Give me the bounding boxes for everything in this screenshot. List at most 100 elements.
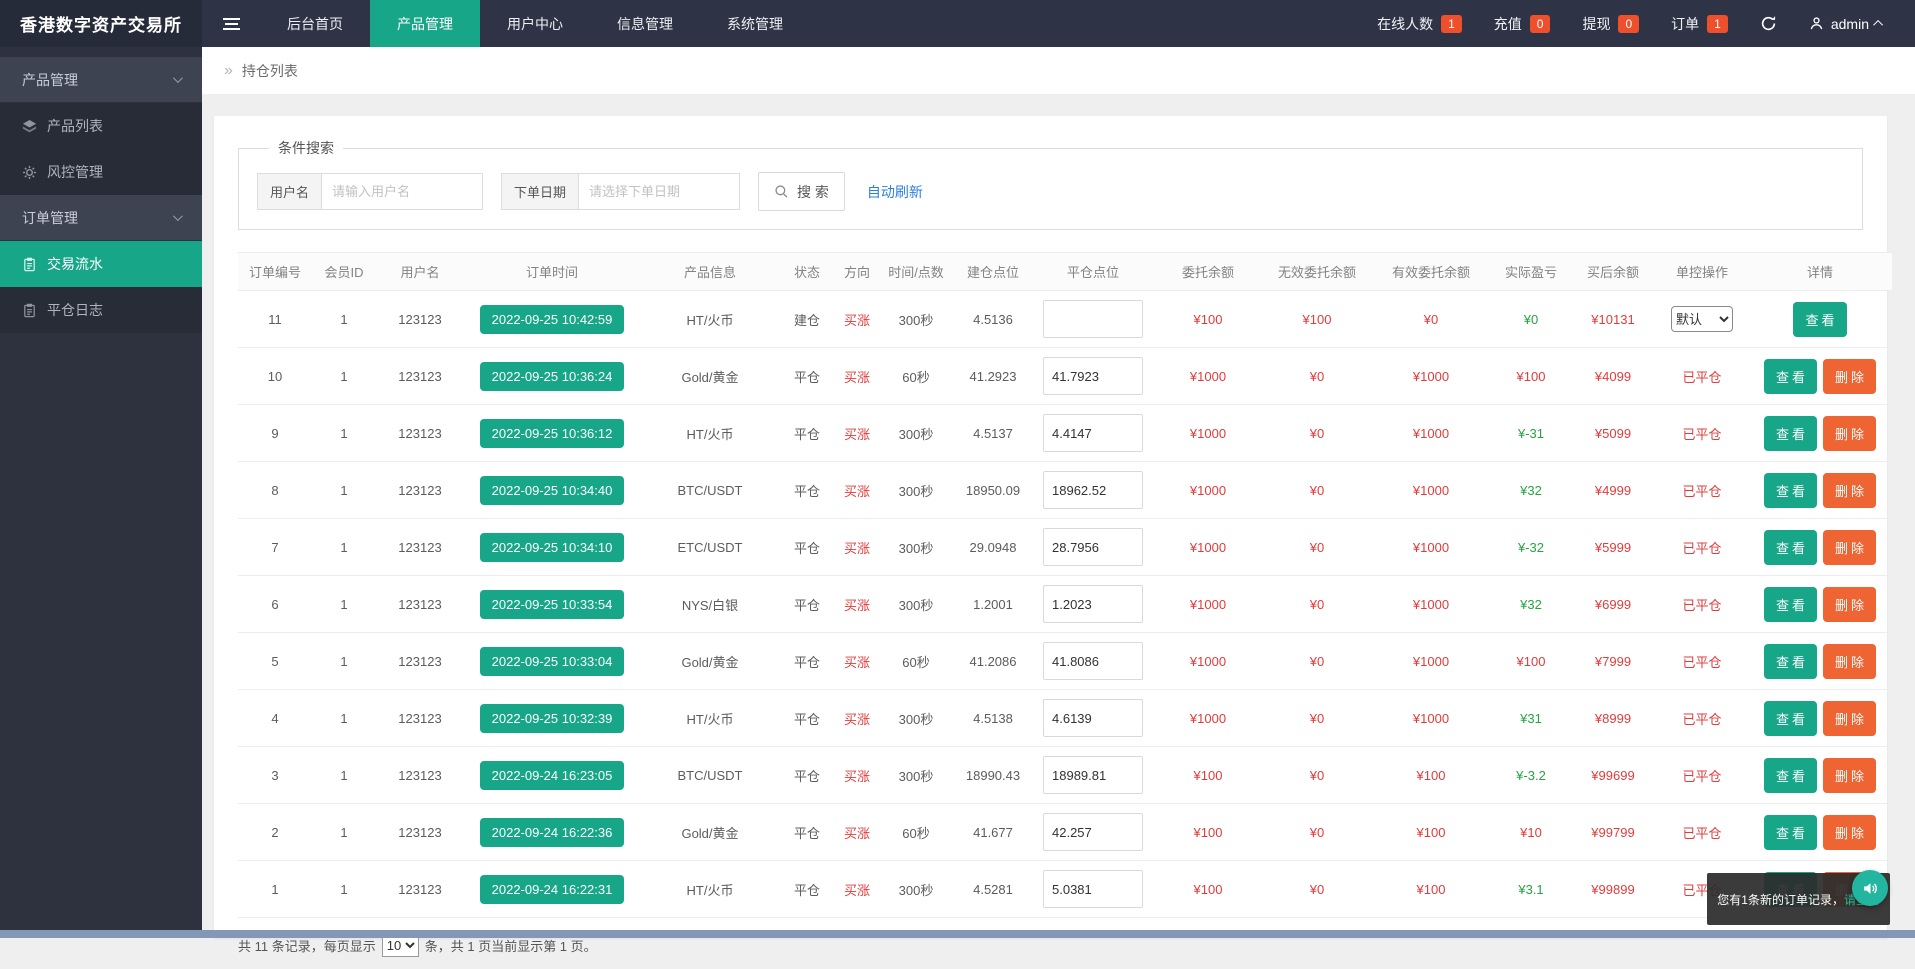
search-icon (774, 184, 789, 199)
positions-table: 订单编号会员ID用户名订单时间产品信息状态方向时间/点数建仓点位平仓点位委托余额… (238, 252, 1892, 918)
cell-product-info: ETC/USDT (640, 519, 780, 576)
cell-entrust-balance: ¥1000 (1152, 576, 1264, 633)
sidebar-item-close-log[interactable]: 平仓日志 (0, 287, 202, 333)
stat-online-users[interactable]: 在线人数 1 (1377, 14, 1462, 34)
cell-member-id: 1 (312, 291, 376, 348)
view-button[interactable]: 查看 (1764, 359, 1817, 394)
view-button[interactable]: 查看 (1764, 815, 1817, 850)
table-row: 1011231232022-09-25 10:36:24Gold/黄金平仓买涨6… (238, 348, 1892, 405)
nav-tab-info[interactable]: 信息管理 (590, 0, 700, 47)
cell-order-id: 10 (238, 348, 312, 405)
control-status: 已平仓 (1682, 769, 1721, 784)
search-fieldset: 条件搜索 用户名 下单日期 搜 索 自动刷新 (238, 138, 1863, 230)
order-date-label: 下单日期 (501, 173, 578, 210)
nav-tab-product[interactable]: 产品管理 (370, 0, 480, 47)
cell-detail-actions: 查看删除 (1748, 747, 1892, 804)
cell-duration: 60秒 (880, 348, 952, 405)
close-point-input[interactable] (1043, 642, 1143, 680)
view-button[interactable]: 查看 (1764, 701, 1817, 736)
control-select[interactable]: 默认 (1671, 306, 1733, 332)
cell-close-point (1034, 576, 1152, 633)
delete-button[interactable]: 删除 (1823, 416, 1876, 451)
delete-button[interactable]: 删除 (1823, 701, 1876, 736)
view-button[interactable]: 查看 (1764, 587, 1817, 622)
refresh-icon[interactable] (1760, 15, 1777, 32)
cell-control: 已平仓 (1656, 576, 1748, 633)
cell-entrust-balance: ¥100 (1152, 861, 1264, 918)
table-row: 811231232022-09-25 10:34:40BTC/USDT平仓买涨3… (238, 462, 1892, 519)
stat-orders[interactable]: 订单 1 (1671, 14, 1728, 34)
cell-open-point: 4.5137 (952, 405, 1034, 462)
view-button[interactable]: 查看 (1764, 530, 1817, 565)
delete-button[interactable]: 删除 (1823, 359, 1876, 394)
bottom-scrollbar[interactable] (0, 930, 1915, 938)
cell-invalid-entrust-balance: ¥0 (1264, 519, 1370, 576)
close-point-input[interactable] (1043, 585, 1143, 623)
cell-open-point: 29.0948 (952, 519, 1034, 576)
delete-button[interactable]: 删除 (1823, 530, 1876, 565)
cell-balance-after: ¥99899 (1570, 861, 1656, 918)
view-button[interactable]: 查看 (1764, 758, 1817, 793)
close-point-input[interactable] (1043, 756, 1143, 794)
nav-tab-system[interactable]: 系统管理 (700, 0, 810, 47)
recharge-badge: 0 (1530, 15, 1551, 33)
column-header: 平仓点位 (1034, 253, 1152, 291)
close-point-input[interactable] (1043, 471, 1143, 509)
delete-button[interactable]: 删除 (1823, 473, 1876, 508)
order-time-badge: 2022-09-24 16:22:36 (480, 818, 625, 847)
search-button[interactable]: 搜 索 (758, 172, 845, 211)
close-point-input[interactable] (1043, 813, 1143, 851)
table-row: 911231232022-09-25 10:36:12HT/火币平仓买涨300秒… (238, 405, 1892, 462)
order-time-badge: 2022-09-24 16:23:05 (480, 761, 625, 790)
user-menu[interactable]: admin (1809, 16, 1883, 32)
cell-open-point: 18990.43 (952, 747, 1034, 804)
delete-button[interactable]: 删除 (1823, 758, 1876, 793)
column-header: 订单时间 (464, 253, 640, 291)
view-button[interactable]: 查看 (1764, 473, 1817, 508)
cell-entrust-balance: ¥100 (1152, 747, 1264, 804)
delete-button[interactable]: 删除 (1823, 587, 1876, 622)
auto-refresh-link[interactable]: 自动刷新 (867, 182, 923, 202)
close-point-input[interactable] (1043, 528, 1143, 566)
stat-withdraw[interactable]: 提现 0 (1582, 14, 1639, 34)
cell-product-info: Gold/黄金 (640, 633, 780, 690)
cell-order-time: 2022-09-24 16:22:31 (464, 861, 640, 918)
cell-direction: 买涨 (834, 405, 880, 462)
sidebar-group-product[interactable]: 产品管理 (0, 57, 202, 102)
menu-toggle-icon[interactable] (202, 0, 260, 47)
cell-control: 已平仓 (1656, 804, 1748, 861)
nav-tab-user-center[interactable]: 用户中心 (480, 0, 590, 47)
close-point-input[interactable] (1043, 357, 1143, 395)
view-button[interactable]: 查看 (1764, 644, 1817, 679)
stat-recharge[interactable]: 充值 0 (1494, 14, 1551, 34)
sidebar-item-risk-control[interactable]: 风控管理 (0, 149, 202, 195)
close-point-input[interactable] (1043, 300, 1143, 338)
cell-invalid-entrust-balance: ¥0 (1264, 576, 1370, 633)
cell-open-point: 41.677 (952, 804, 1034, 861)
sound-notification-button[interactable] (1852, 870, 1888, 906)
view-button[interactable]: 查看 (1793, 302, 1846, 337)
cell-direction: 买涨 (834, 690, 880, 747)
delete-button[interactable]: 删除 (1823, 644, 1876, 679)
cell-detail-actions: 查看删除 (1748, 633, 1892, 690)
cell-actual-profit: ¥-31 (1492, 405, 1570, 462)
speaker-icon (1862, 880, 1879, 897)
view-button[interactable]: 查看 (1764, 416, 1817, 451)
delete-button[interactable]: 删除 (1823, 815, 1876, 850)
order-date-input[interactable] (578, 173, 740, 210)
sidebar-item-product-list[interactable]: 产品列表 (0, 103, 202, 149)
cell-open-point: 41.2086 (952, 633, 1034, 690)
cell-username: 123123 (376, 519, 464, 576)
cell-valid-entrust-balance: ¥100 (1370, 747, 1492, 804)
column-header: 单控操作 (1656, 253, 1748, 291)
cell-username: 123123 (376, 405, 464, 462)
close-point-input[interactable] (1043, 414, 1143, 452)
nav-tab-home[interactable]: 后台首页 (260, 0, 370, 47)
cell-status: 平仓 (780, 405, 834, 462)
close-point-input[interactable] (1043, 870, 1143, 908)
sidebar-item-trade-flow[interactable]: 交易流水 (0, 241, 202, 287)
close-point-input[interactable] (1043, 699, 1143, 737)
cell-direction: 买涨 (834, 576, 880, 633)
sidebar-group-order[interactable]: 订单管理 (0, 195, 202, 240)
username-input[interactable] (321, 173, 483, 210)
